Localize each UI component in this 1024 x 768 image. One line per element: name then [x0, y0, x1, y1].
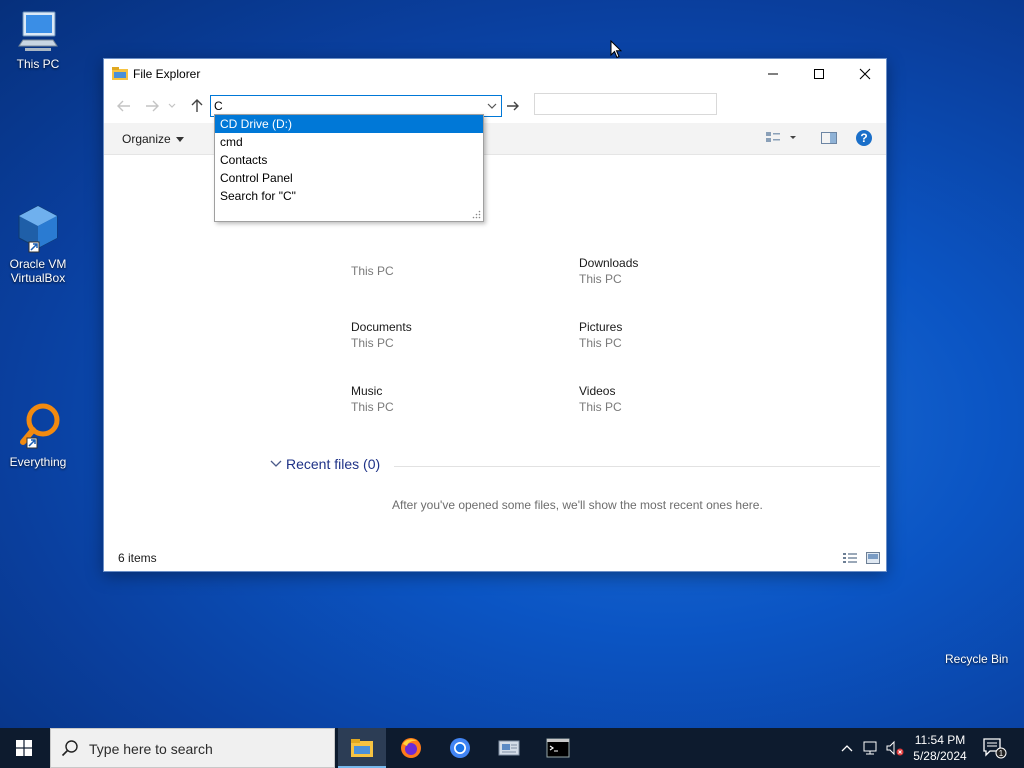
taskbar-app[interactable]: [485, 728, 533, 768]
show-hidden-icons-button[interactable]: [838, 728, 856, 768]
organize-label: Organize: [122, 132, 171, 146]
up-button[interactable]: [187, 96, 207, 116]
go-arrow-icon[interactable]: [504, 97, 522, 115]
autocomplete-item[interactable]: cmd: [215, 133, 483, 151]
section-divider: [394, 466, 880, 467]
chrome-icon: [450, 738, 470, 758]
clock-time: 11:54 PM: [914, 733, 966, 747]
desktop-icon-label: Oracle VM VirtualBox: [9, 257, 67, 285]
taskbar: Type here to search 11:54 PM 5/28/2024 1: [0, 728, 1024, 768]
taskbar-search-placeholder: Type here to search: [89, 741, 213, 757]
details-view-icon: [843, 553, 857, 563]
virtualbox-icon: [18, 205, 58, 253]
recycle-bin-label[interactable]: Recycle Bin: [945, 652, 1008, 666]
folder-videos[interactable]: Videos This PC: [579, 383, 622, 415]
maximize-button[interactable]: [796, 59, 842, 89]
folder-item[interactable]: This PC: [351, 263, 394, 279]
large-icons-view-button[interactable]: [865, 551, 881, 570]
search-icon: [61, 740, 78, 757]
monitor-icon: [18, 11, 58, 51]
svg-text:?: ?: [860, 131, 867, 145]
help-button[interactable]: ?: [855, 129, 873, 152]
chevron-down-icon: [270, 460, 282, 467]
close-button[interactable]: [842, 59, 888, 89]
recent-files-message: After you've opened some files, we'll sh…: [392, 498, 763, 512]
address-autocomplete-list: CD Drive (D:) cmd Contacts Control Panel…: [214, 114, 484, 222]
folder-music[interactable]: Music This PC: [351, 383, 394, 415]
chevron-down-icon: [168, 103, 176, 108]
search-box[interactable]: [534, 93, 717, 115]
taskbar-chrome[interactable]: [436, 728, 484, 768]
file-explorer-icon: [351, 739, 373, 757]
view-options-icon: [766, 132, 796, 142]
chevron-up-icon: [841, 745, 853, 752]
recent-files-title: Recent files (0): [286, 456, 381, 472]
folder-downloads[interactable]: Downloads This PC: [579, 255, 638, 287]
desktop-icon-virtualbox[interactable]: Oracle VM VirtualBox: [2, 204, 74, 285]
taskbar-terminal[interactable]: [534, 728, 582, 768]
autocomplete-item[interactable]: Contacts: [215, 151, 483, 169]
mouse-cursor-icon: [610, 40, 622, 59]
minimize-icon: [768, 73, 778, 75]
desktop-icon-this-pc[interactable]: This PC: [2, 10, 74, 71]
back-button[interactable]: [114, 96, 134, 116]
everything-search-icon: [20, 403, 60, 449]
change-view-button[interactable]: [764, 130, 800, 151]
start-button[interactable]: [0, 728, 48, 768]
volume-muted-icon: [886, 740, 904, 756]
taskbar-search-box[interactable]: Type here to search: [50, 728, 335, 768]
large-icons-view-icon: [866, 552, 880, 564]
autocomplete-item[interactable]: CD Drive (D:): [215, 115, 483, 133]
action-center-button[interactable]: 1: [978, 728, 1010, 768]
terminal-icon: [546, 738, 570, 758]
title-bar[interactable]: File Explorer: [104, 59, 886, 89]
clock[interactable]: 11:54 PM 5/28/2024: [905, 732, 975, 764]
desktop-icon-label: Everything: [9, 455, 67, 469]
desktop-icon-everything[interactable]: Everything: [2, 402, 74, 469]
arrow-up-icon: [191, 99, 203, 112]
window-title: File Explorer: [133, 67, 201, 81]
close-icon: [859, 68, 871, 80]
clock-date: 5/28/2024: [913, 749, 967, 763]
forward-button[interactable]: [142, 96, 162, 116]
notifications-icon: 1: [983, 738, 1007, 759]
arrow-left-icon: [117, 100, 130, 112]
preview-pane-icon: [821, 132, 837, 144]
windows-logo-icon: [16, 740, 32, 756]
app-icon: [498, 740, 520, 756]
status-bar: 6 items: [104, 545, 886, 571]
preview-pane-button[interactable]: [820, 130, 838, 151]
folder-pictures[interactable]: Pictures This PC: [579, 319, 622, 351]
recent-files-header[interactable]: Recent files (0): [270, 456, 380, 472]
volume-button[interactable]: [884, 728, 906, 768]
address-input[interactable]: [214, 98, 474, 114]
folder-icon: [112, 67, 128, 80]
resize-grip-icon[interactable]: [472, 210, 481, 219]
help-icon: ?: [856, 130, 872, 146]
network-icon: [863, 741, 877, 755]
notification-count: 1: [999, 749, 1004, 758]
autocomplete-item[interactable]: Control Panel: [215, 169, 483, 187]
recent-locations-button[interactable]: [166, 96, 178, 116]
arrow-right-icon: [146, 100, 159, 112]
details-view-button[interactable]: [842, 551, 858, 570]
chevron-down-icon[interactable]: [485, 99, 499, 113]
autocomplete-item[interactable]: Search for "C": [215, 187, 483, 205]
firefox-icon: [401, 738, 421, 758]
maximize-icon: [814, 69, 824, 79]
item-count: 6 items: [118, 551, 157, 565]
organize-button[interactable]: Organize: [122, 132, 184, 146]
minimize-button[interactable]: [750, 59, 796, 89]
folder-documents[interactable]: Documents This PC: [351, 319, 412, 351]
desktop-icon-label: This PC: [16, 57, 60, 71]
chevron-down-icon: [175, 137, 184, 143]
taskbar-firefox[interactable]: [387, 728, 435, 768]
taskbar-file-explorer[interactable]: [338, 728, 386, 768]
network-button[interactable]: [860, 728, 882, 768]
